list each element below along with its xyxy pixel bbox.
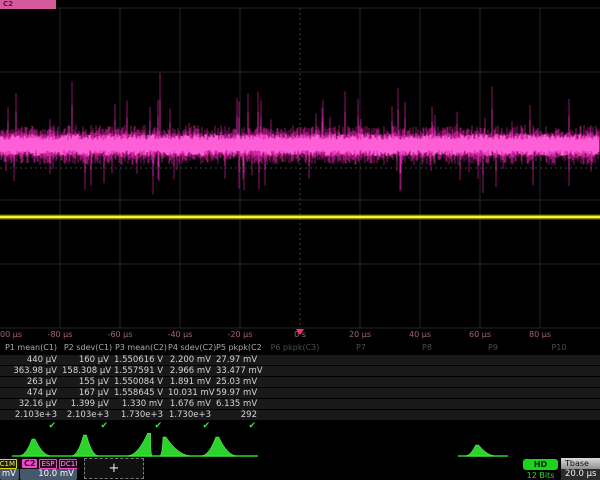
measure-value: 292 <box>216 410 262 420</box>
c2-channel-tag: C2 <box>22 459 37 468</box>
graticule: C2 <box>0 0 600 330</box>
measure-value: 155 µV <box>62 377 114 387</box>
histicon-graphics <box>0 433 600 458</box>
measure-row-3: 474 µV167 µV1.558645 V10.031 mV59.97 mV <box>0 387 600 398</box>
measure-value: 1.730e+3 <box>168 410 216 420</box>
oscilloscope-screen: C2 00 µs-80 µs-60 µs-40 µs-20 µs0 s20 µs… <box>0 0 600 480</box>
c2-eres-badge: ESP <box>39 459 56 469</box>
measure-value: 158.308 µV <box>62 366 114 376</box>
time-axis-label-6: 20 µs <box>349 330 371 339</box>
trigger-position-marker[interactable] <box>296 329 304 335</box>
param-header-P5[interactable]: P5 pkpk(C2) <box>216 342 262 354</box>
status-check-icon: ✔ <box>62 420 114 433</box>
measure-value: 1.891 mV <box>168 377 216 387</box>
measure-value: 2.103e+3 <box>62 410 114 420</box>
measure-value: 160 µV <box>62 355 114 365</box>
time-axis-label-4: -20 µs <box>228 330 253 339</box>
histicon-5 <box>202 437 236 456</box>
channel-descriptor-c2[interactable]: C2 ESP DC1M 10.0 mV <box>20 458 77 480</box>
timebase-title: Tbase <box>561 458 600 469</box>
measure-value: 2.966 mV <box>168 366 216 376</box>
measure-value: 1.550084 V <box>114 377 168 387</box>
measure-value: 1.399 µV <box>62 399 114 409</box>
measure-value: 2.200 mV <box>168 355 216 365</box>
time-axis-label-1: -80 µs <box>48 330 73 339</box>
measure-value: 1.550616 V <box>114 355 168 365</box>
descriptor-bar: C1 DC1M 0 mV C2 ESP DC1M 10.0 mV + HD 12… <box>0 458 600 480</box>
histicon-4 <box>160 437 190 456</box>
param-header-P7[interactable]: P7 <box>328 342 394 354</box>
measure-value: 440 µV <box>0 355 62 365</box>
c2-coupling-badge: DC1M <box>59 459 77 469</box>
measure-value: 167 µV <box>62 388 114 398</box>
time-axis-label-3: -40 µs <box>168 330 193 339</box>
measure-row-2: 263 µV155 µV1.550084 V1.891 mV25.03 mV <box>0 376 600 387</box>
time-axis-label-0: 00 µs <box>0 330 22 339</box>
measure-value: 1.676 mV <box>168 399 216 409</box>
status-check-icon: ✔ <box>216 420 262 433</box>
hd-mode-badge[interactable]: HD <box>523 459 558 470</box>
measure-value: 474 µV <box>0 388 62 398</box>
measure-value: 33.477 mV <box>216 366 262 376</box>
time-axis-label-7: 40 µs <box>409 330 431 339</box>
c1-vertical-scale: 0 mV <box>0 469 19 480</box>
param-header-P6[interactable]: P6 pkpk(C3) <box>262 342 328 354</box>
c2-vertical-scale: 10.0 mV <box>20 469 77 480</box>
channel-descriptor-c1[interactable]: C1 DC1M 0 mV <box>0 458 19 480</box>
histicon-1 <box>20 439 50 456</box>
measure-value: 363.98 µV <box>0 366 62 376</box>
measure-value: 1.557591 V <box>114 366 168 376</box>
c1-coupling-badge: DC1M <box>0 459 17 469</box>
measure-value: 10.031 mV <box>168 388 216 398</box>
measure-value: 6.135 mV <box>216 399 262 409</box>
measure-value: 1.330 mV <box>114 399 168 409</box>
measure-value: 32.16 µV <box>0 399 62 409</box>
measure-value: 2.103e+3 <box>0 410 62 420</box>
histicon-3 <box>128 433 152 456</box>
status-check-icon: ✔ <box>114 420 168 433</box>
param-header-P4[interactable]: P4 sdev(C2) <box>168 342 216 354</box>
measure-value: 25.03 mV <box>216 377 262 387</box>
measure-value: 27.97 mV <box>216 355 262 365</box>
timebase-value: 20.0 µs <box>561 469 600 480</box>
measure-row-0: 440 µV160 µV1.550616 V2.200 mV27.97 mV <box>0 354 600 365</box>
measure-row-5: 2.103e+32.103e+31.730e+31.730e+3292 <box>0 409 600 420</box>
status-check-icon: ✔ <box>0 420 62 433</box>
param-header-P1[interactable]: P1 mean(C1) <box>0 342 62 354</box>
measure-row-4: 32.16 µV1.399 µV1.330 mV1.676 mV6.135 mV <box>0 398 600 409</box>
histicon-strip <box>0 433 600 458</box>
param-header-P9[interactable]: P9 <box>460 342 526 354</box>
param-header-P3[interactable]: P3 mean(C2) <box>114 342 168 354</box>
timebase-panel[interactable]: Tbase 20.0 µs <box>561 458 600 480</box>
status-check-icon: ✔ <box>168 420 216 433</box>
measure-table: P1 mean(C1)P2 sdev(C1)P3 mean(C2)P4 sdev… <box>0 342 600 433</box>
histicon-2 <box>72 435 98 456</box>
measure-value: 59.97 mV <box>216 388 262 398</box>
param-header-P8[interactable]: P8 <box>394 342 460 354</box>
param-header-P10[interactable]: P10 <box>526 342 592 354</box>
add-trace-button[interactable]: + <box>84 458 144 479</box>
trace-annotation: C2 <box>0 0 56 9</box>
time-axis-label-2: -60 µs <box>108 330 133 339</box>
measure-value: 263 µV <box>0 377 62 387</box>
time-axis: 00 µs-80 µs-60 µs-40 µs-20 µs0 s20 µs40 … <box>0 329 600 342</box>
measure-value: 1.730e+3 <box>114 410 168 420</box>
adc-bits-label: 12 Bits <box>523 471 558 480</box>
waveform-traces <box>0 0 600 330</box>
time-axis-label-8: 60 µs <box>469 330 491 339</box>
param-header-P2[interactable]: P2 sdev(C1) <box>62 342 114 354</box>
histicon-6 <box>466 445 494 456</box>
time-axis-label-9: 80 µs <box>529 330 551 339</box>
measure-value: 1.558645 V <box>114 388 168 398</box>
measure-row-1: 363.98 µV158.308 µV1.557591 V2.966 mV33.… <box>0 365 600 376</box>
